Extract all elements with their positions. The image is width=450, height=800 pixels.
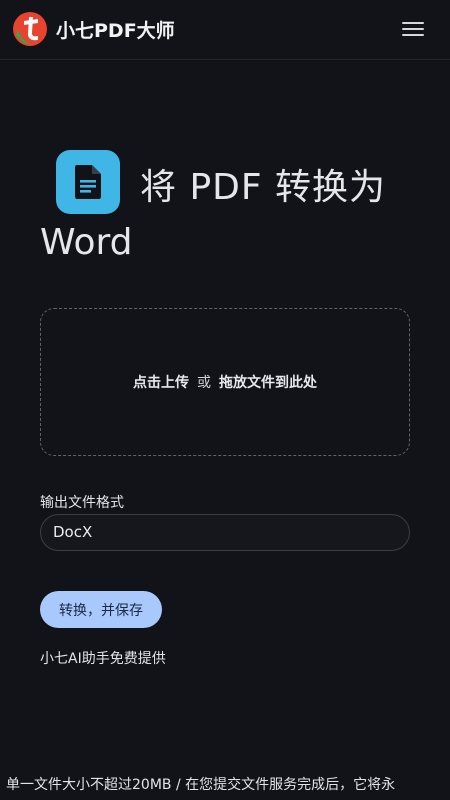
logo-icon[interactable] [12,11,48,47]
title-line-1: 将 PDF 转换为 [140,167,387,208]
footer-notice-text: 单一文件大小不超过20MB / 在您提交文件服务完成后，它将永 [6,777,396,793]
or-text: 或 [197,375,211,391]
convert-save-button[interactable]: 转换，并保存 [40,591,162,628]
hamburger-menu-icon[interactable] [402,22,424,38]
upload-link[interactable]: 点击上传 [133,375,189,391]
top-header: 小七PDF大师 [0,0,450,60]
powered-by-text: 小七AI助手免费提供 [40,651,166,667]
file-document-icon [56,150,120,214]
app-page: 小七PDF大师 将 PDF 转换为 Word 点击上传或拖放文件到此处 输出文件… [0,0,450,800]
footer-notice: 单一文件大小不超过20MB / 在您提交文件服务完成后，它将永 [0,766,450,800]
drag-hint: 拖放文件到此处 [219,375,317,391]
dropzone-text: 点击上传或拖放文件到此处 [41,372,409,392]
brand-name[interactable]: 小七PDF大师 [56,16,175,43]
output-format-label: 输出文件格式 [40,495,124,511]
output-format-field[interactable]: DocX [40,514,410,551]
title-line-2: Word [40,222,133,263]
file-dropzone[interactable]: 点击上传或拖放文件到此处 [40,308,410,456]
